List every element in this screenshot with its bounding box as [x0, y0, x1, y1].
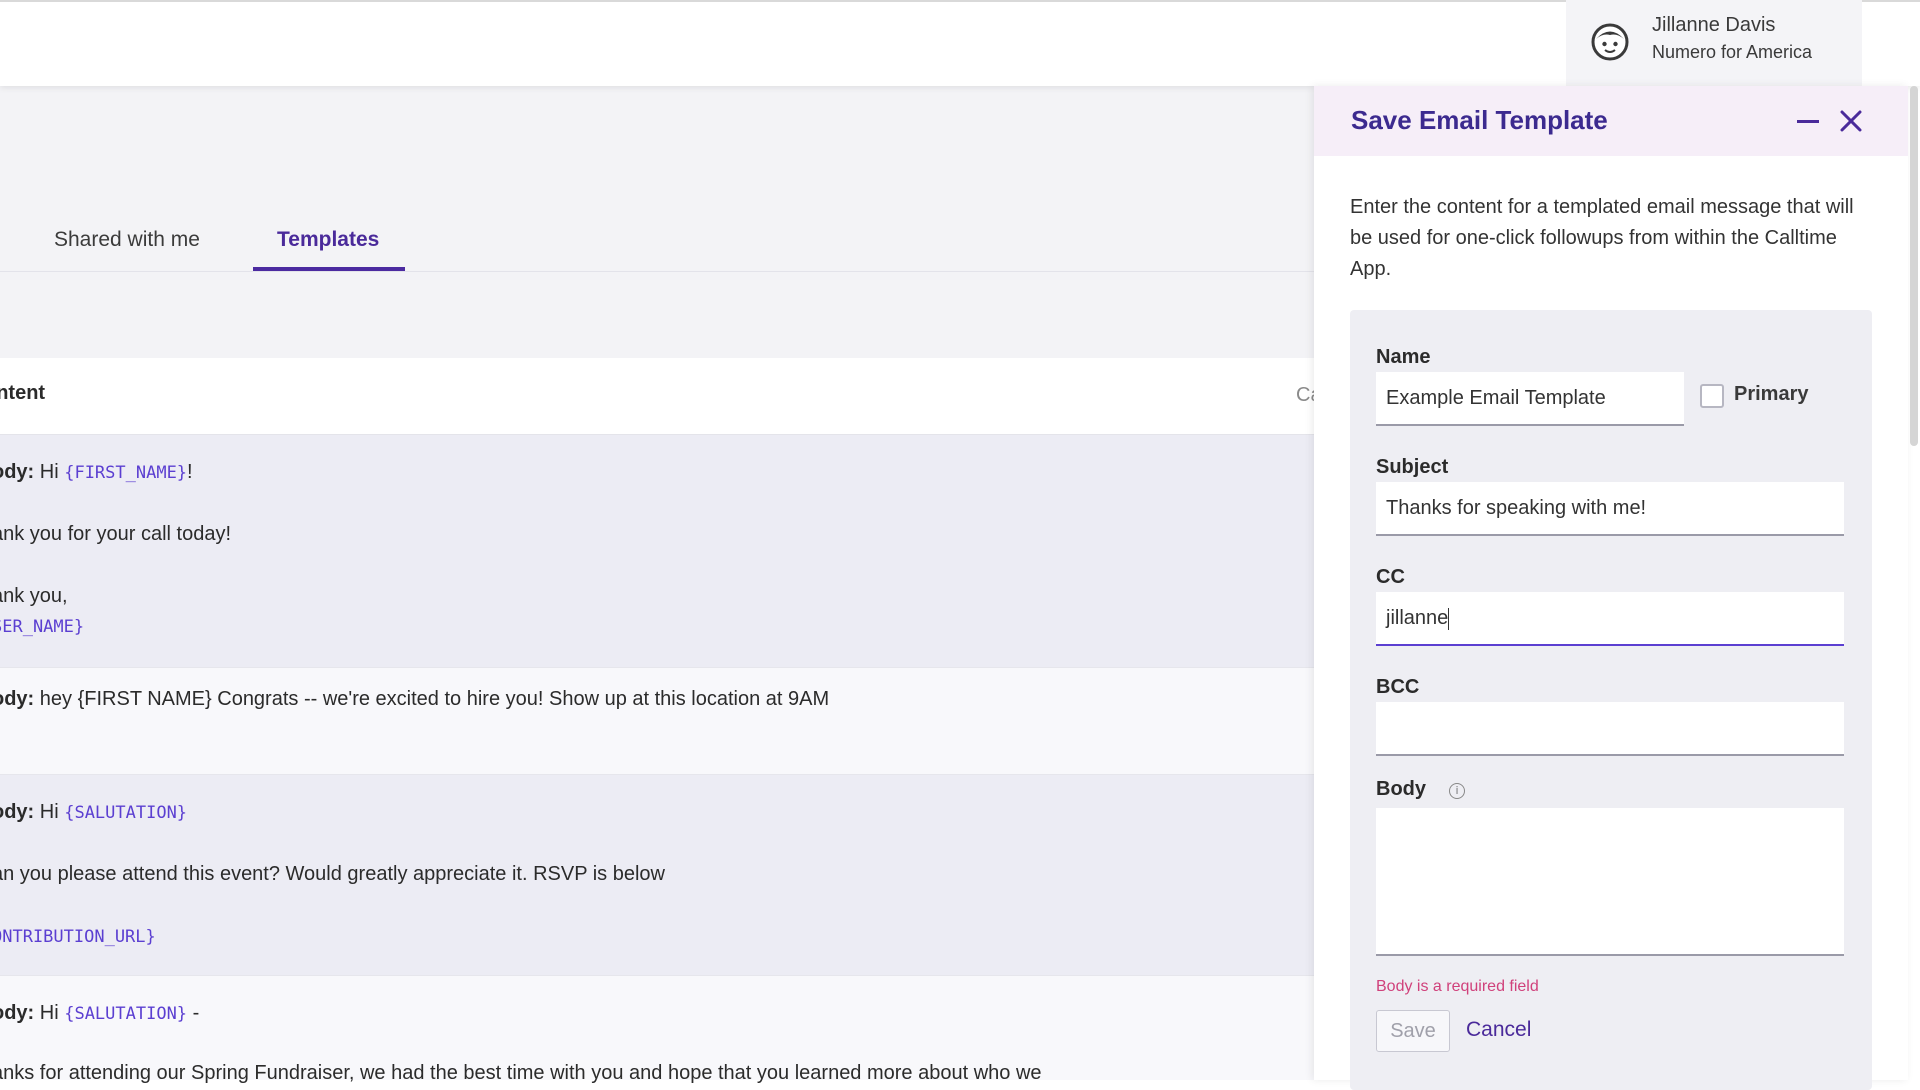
- body-text-suffix: !: [187, 461, 193, 483]
- panel-header: Save Email Template: [1314, 86, 1908, 156]
- row-body-line: ody: Hi {FIRST_NAME}!: [0, 461, 193, 484]
- panel-title: Save Email Template: [1351, 105, 1608, 135]
- cancel-button[interactable]: Cancel: [1466, 1018, 1531, 1042]
- minimize-icon[interactable]: [1797, 120, 1819, 123]
- name-input[interactable]: Example Email Template: [1376, 372, 1684, 426]
- row-text-line: anks for attending our Spring Fundraiser…: [0, 1062, 1042, 1084]
- main-content: Shared with me Templates ontent Ca ody: …: [0, 86, 1322, 1084]
- cc-value: jillanne: [1386, 607, 1449, 629]
- panel-description: Enter the content for a templated email …: [1350, 196, 1854, 280]
- save-email-template-panel: Save Email Template Enter the content fo…: [1314, 86, 1908, 1090]
- name-label: Name: [1376, 346, 1431, 368]
- row-text-line: an you please attend this event? Would g…: [0, 863, 665, 885]
- body-prefix: ody:: [0, 688, 35, 710]
- body-text: Hi: [34, 1002, 65, 1024]
- table-row[interactable]: ody: Hi {FIRST_NAME}! ank you for your c…: [0, 435, 1314, 668]
- tab-templates[interactable]: Templates: [277, 228, 379, 252]
- body-prefix: ody:: [0, 461, 35, 483]
- subject-input[interactable]: Thanks for speaking with me!: [1376, 482, 1844, 536]
- template-variable: {SALUTATION}: [64, 803, 188, 823]
- subject-label: Subject: [1376, 456, 1449, 478]
- row-text-line: ank you for your call today!: [0, 523, 232, 545]
- row-body-line: ody: Hi {SALUTATION}: [0, 801, 187, 824]
- user-menu[interactable]: Jillanne Davis Numero for America: [1566, 0, 1862, 86]
- body-prefix: ody:: [0, 801, 35, 823]
- user-face-icon: [1591, 23, 1629, 61]
- template-variable: ONTRIBUTION_URL}: [0, 927, 156, 947]
- user-organization: Numero for America: [1652, 42, 1813, 62]
- table-row[interactable]: ody: hey {FIRST NAME} Congrats -- we're …: [0, 668, 1314, 775]
- row-body-line: ody: hey {FIRST NAME} Congrats -- we're …: [0, 688, 829, 711]
- template-form: Name Example Email Template Primary Subj…: [1350, 310, 1872, 1090]
- body-text: Hi: [34, 461, 65, 483]
- tabs-divider: [0, 271, 1314, 272]
- tab-shared-with-me[interactable]: Shared with me: [54, 228, 200, 252]
- body-error-message: Body is a required field: [1376, 978, 1539, 995]
- cc-input[interactable]: jillanne: [1376, 592, 1844, 646]
- table-header: ontent Ca: [0, 358, 1322, 435]
- body-label: Body: [1376, 778, 1426, 800]
- row-body-line: ody: Hi {SALUTATION} -: [0, 1002, 199, 1025]
- row-text-line: ank you,: [0, 585, 68, 607]
- cc-label: CC: [1376, 566, 1405, 588]
- scrollbar[interactable]: [1910, 86, 1918, 446]
- table-row[interactable]: ody: Hi {SALUTATION} - anks for attendin…: [0, 976, 1314, 1084]
- bcc-label: BCC: [1376, 676, 1420, 698]
- top-bar: Jillanne Davis Numero for America: [0, 0, 1920, 86]
- body-text: Hi: [34, 801, 65, 823]
- close-icon[interactable]: [1838, 108, 1864, 134]
- primary-label: Primary: [1734, 383, 1809, 405]
- template-variable: SER_NAME}: [0, 617, 85, 637]
- save-button[interactable]: Save: [1376, 1010, 1450, 1052]
- bcc-input[interactable]: [1376, 702, 1844, 756]
- text-cursor: [1448, 607, 1450, 630]
- template-variable: {FIRST_NAME}: [64, 463, 188, 483]
- template-variable: {SALUTATION}: [64, 1004, 188, 1024]
- body-prefix: ody:: [0, 1002, 35, 1024]
- table-row[interactable]: ody: Hi {SALUTATION} an you please atten…: [0, 775, 1314, 976]
- body-textarea[interactable]: [1376, 808, 1844, 956]
- user-name: Jillanne Davis: [1652, 14, 1776, 36]
- primary-checkbox[interactable]: [1700, 384, 1724, 408]
- body-text-suffix: -: [187, 1002, 200, 1024]
- body-text: hey {FIRST NAME} Congrats -- we're excit…: [34, 688, 830, 710]
- info-icon[interactable]: i: [1449, 783, 1465, 799]
- column-header-content: ontent: [0, 382, 46, 404]
